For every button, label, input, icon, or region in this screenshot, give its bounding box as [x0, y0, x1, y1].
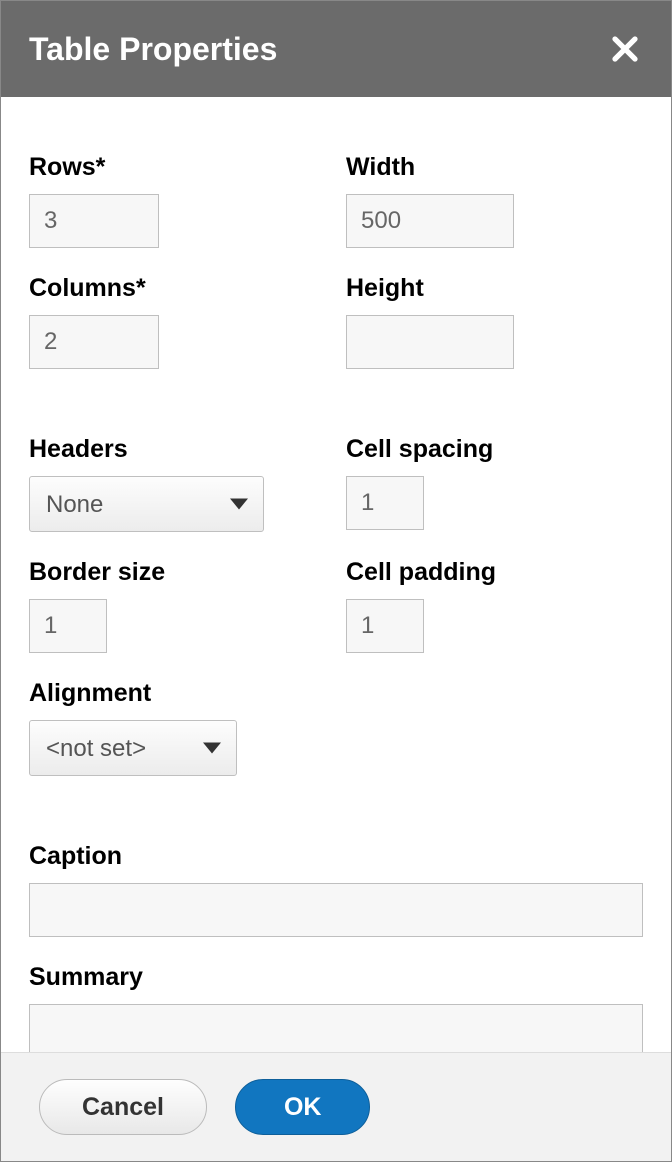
alignment-field: Alignment <not set>	[29, 679, 326, 776]
summary-label: Summary	[29, 963, 643, 992]
caption-field: Caption	[29, 842, 643, 937]
rows-input[interactable]	[29, 194, 159, 248]
table-properties-dialog: Table Properties Rows* Width	[0, 0, 672, 1162]
rows-field: Rows*	[29, 153, 326, 248]
cell-spacing-label: Cell spacing	[346, 435, 643, 464]
border-size-input[interactable]	[29, 599, 107, 653]
columns-label: Columns*	[29, 274, 326, 303]
summary-input[interactable]	[29, 1004, 643, 1052]
close-icon	[610, 34, 640, 64]
width-label: Width	[346, 153, 643, 182]
dialog-titlebar: Table Properties	[1, 1, 671, 97]
columns-input[interactable]	[29, 315, 159, 369]
width-field: Width	[346, 153, 643, 248]
alignment-select[interactable]: <not set>	[29, 720, 237, 776]
caption-label: Caption	[29, 842, 643, 871]
cell-padding-label: Cell padding	[346, 558, 643, 587]
height-field: Height	[346, 274, 643, 369]
border-size-label: Border size	[29, 558, 326, 587]
cell-spacing-field: Cell spacing	[346, 435, 643, 530]
dialog-title: Table Properties	[29, 31, 277, 68]
columns-field: Columns*	[29, 274, 326, 369]
ok-button[interactable]: OK	[235, 1079, 371, 1135]
dialog-footer: Cancel OK	[1, 1052, 671, 1161]
alignment-label: Alignment	[29, 679, 326, 708]
summary-field: Summary	[29, 963, 643, 1052]
headers-label: Headers	[29, 435, 326, 464]
dialog-body: Rows* Width Columns* Heig	[1, 97, 671, 1052]
cell-padding-field: Cell padding	[346, 558, 643, 653]
cell-padding-input[interactable]	[346, 599, 424, 653]
cell-spacing-input[interactable]	[346, 476, 424, 530]
width-input[interactable]	[346, 194, 514, 248]
cancel-button[interactable]: Cancel	[39, 1079, 207, 1135]
headers-field: Headers None	[29, 435, 326, 532]
border-size-field: Border size	[29, 558, 326, 653]
height-label: Height	[346, 274, 643, 303]
caption-input[interactable]	[29, 883, 643, 937]
close-button[interactable]	[607, 31, 643, 67]
rows-label: Rows*	[29, 153, 326, 182]
headers-select[interactable]: None	[29, 476, 264, 532]
height-input[interactable]	[346, 315, 514, 369]
